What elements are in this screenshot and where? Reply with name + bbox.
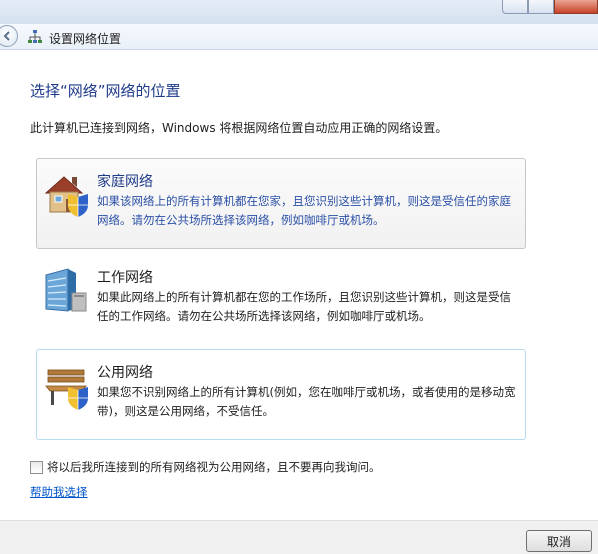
work-network-option[interactable]: 工作网络 如果此网络上的所有计算机都在您的工作场所，且您识别这些计算机，则这是受… xyxy=(36,254,526,345)
window-title: 设置网络位置 xyxy=(49,32,122,46)
public-network-description: 如果您不识别网络上的所有计算机(例如，您在咖啡厅或机场，或者使用的是移动宽带)，… xyxy=(97,385,516,418)
minimize-button[interactable] xyxy=(502,0,528,14)
page-title: 选择“网络”网络的位置 xyxy=(30,82,181,100)
treat-all-public-row: 将以后我所连接到的所有网络视为公用网络，且不要再向我询问。 xyxy=(30,459,381,475)
maximize-button[interactable] xyxy=(528,0,554,14)
cancel-button[interactable]: 取消 xyxy=(526,530,592,552)
house-shield-icon xyxy=(44,176,88,217)
home-network-title: 家庭网络 xyxy=(97,174,153,190)
home-network-description: 如果该网络上的所有计算机都在您家，且您识别这些计算机，则这是受信任的家庭网络。请… xyxy=(97,194,511,227)
treat-all-public-checkbox[interactable] xyxy=(30,460,43,474)
office-building-icon xyxy=(45,268,87,312)
work-network-title: 工作网络 xyxy=(97,270,153,286)
header-bar: 设置网络位置 xyxy=(0,24,598,50)
back-button[interactable] xyxy=(0,25,18,47)
work-network-description: 如果此网络上的所有计算机都在您的工作场所，且您识别这些计算机，则这是受信任的工作… xyxy=(97,290,511,323)
home-network-option[interactable]: 家庭网络 如果该网络上的所有计算机都在您家，且您识别这些计算机，则这是受信任的家… xyxy=(36,158,526,249)
park-bench-shield-icon xyxy=(45,369,88,410)
caption-buttons xyxy=(502,0,598,14)
window-frame xyxy=(0,0,598,24)
help-me-choose-link[interactable]: 帮助我选择 xyxy=(30,484,88,500)
network-icon xyxy=(28,30,42,43)
footer-bar: 取消 xyxy=(0,520,598,554)
public-network-title: 公用网络 xyxy=(97,365,153,381)
public-network-option[interactable]: 公用网络 如果您不识别网络上的所有计算机(例如，您在咖啡厅或机场，或者使用的是移… xyxy=(36,349,526,440)
back-arrow-icon xyxy=(3,31,10,41)
page-description: 此计算机已连接到网络，Windows 将根据网络位置自动应用正确的网络设置。 xyxy=(30,121,448,135)
close-button[interactable] xyxy=(554,0,598,14)
treat-all-public-label[interactable]: 将以后我所连接到的所有网络视为公用网络，且不要再向我询问。 xyxy=(47,459,381,475)
